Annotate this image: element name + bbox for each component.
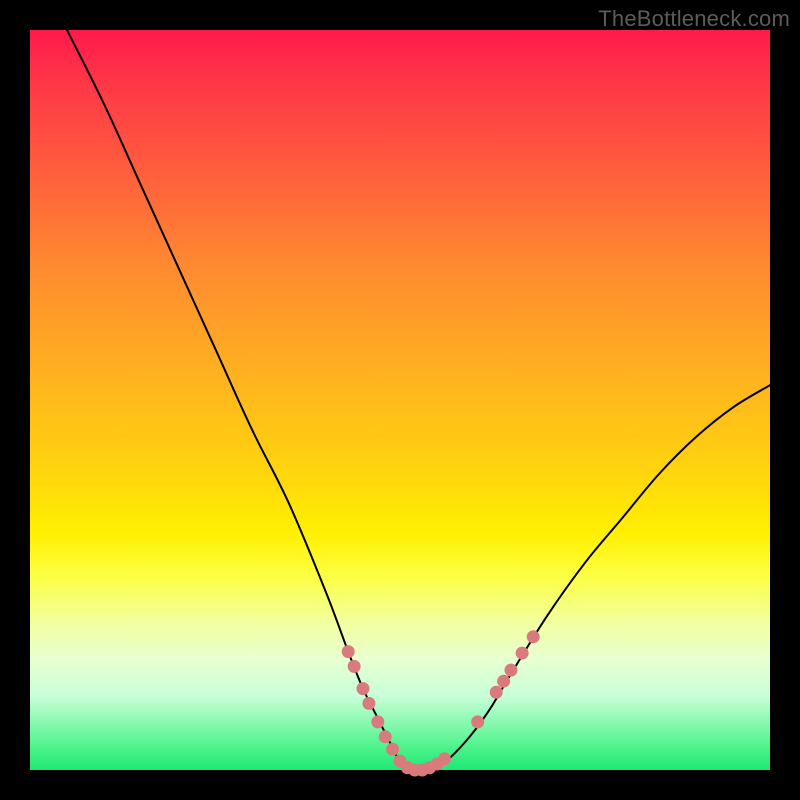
curve-marker (505, 664, 518, 677)
watermark-text: TheBottleneck.com (598, 6, 790, 32)
chart-frame: TheBottleneck.com (0, 0, 800, 800)
curve-marker (516, 647, 529, 660)
curve-marker (527, 630, 540, 643)
curve-marker (379, 730, 392, 743)
curve-marker (490, 686, 503, 699)
marker-group (342, 630, 540, 776)
curve-marker (471, 715, 484, 728)
curve-marker (386, 743, 399, 756)
bottleneck-curve (67, 30, 770, 771)
curve-marker (342, 645, 355, 658)
curve-marker (497, 675, 510, 688)
plot-area (30, 30, 770, 770)
curve-marker (362, 697, 375, 710)
curve-marker (348, 660, 361, 673)
curve-svg (30, 30, 770, 770)
curve-marker (438, 752, 451, 765)
curve-marker (357, 682, 370, 695)
curve-marker (371, 715, 384, 728)
